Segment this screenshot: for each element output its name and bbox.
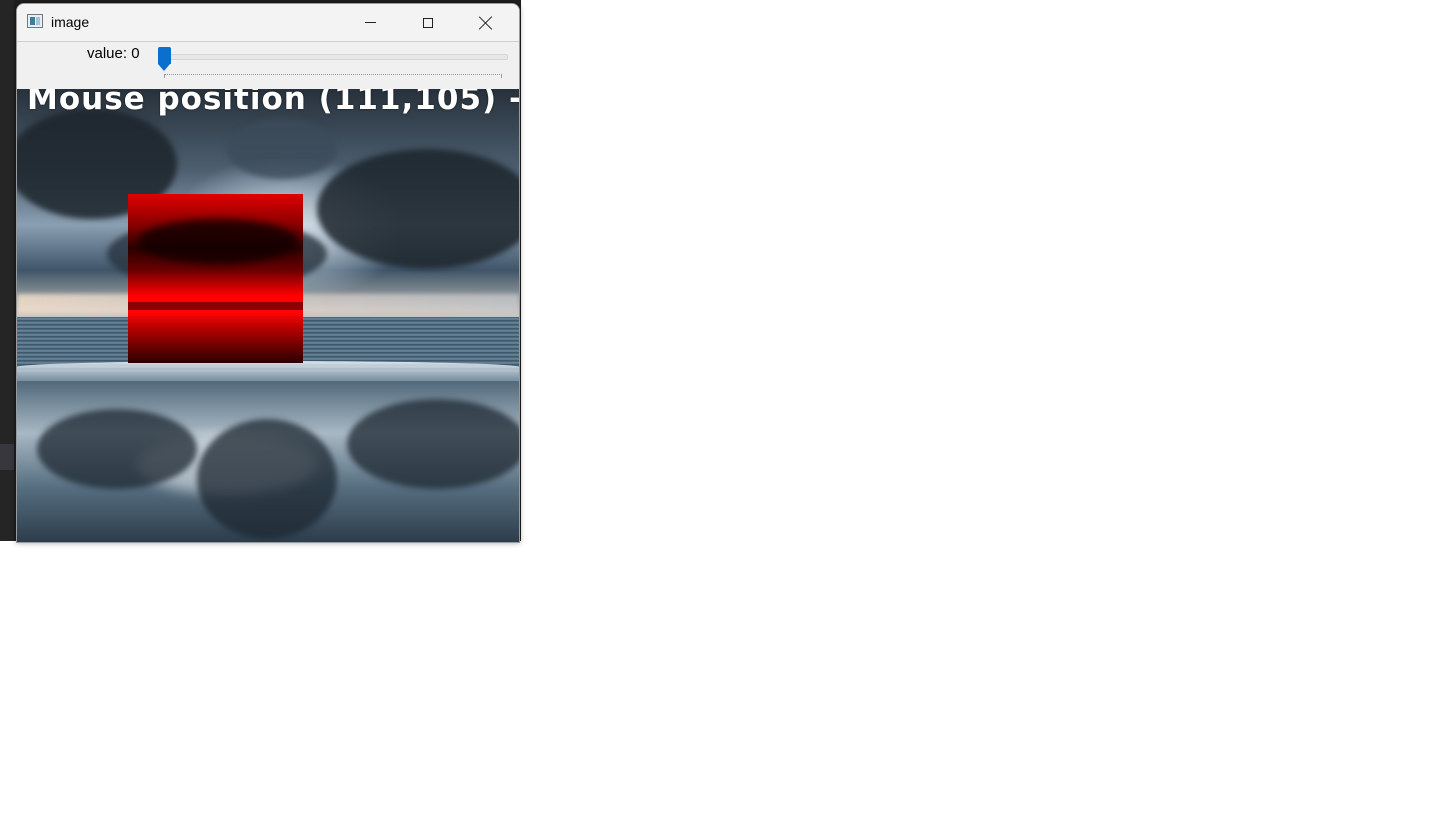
trackbar-ticks xyxy=(164,74,502,78)
window-title: image xyxy=(51,14,90,30)
window-titlebar[interactable]: image xyxy=(17,4,519,42)
selection-rectangle xyxy=(128,194,303,363)
image-window: image value: 0 Mouse position (111,105) … xyxy=(16,3,520,543)
editor-activity-rail xyxy=(0,0,14,541)
image-canvas[interactable]: Mouse position (111,105) - (2 xyxy=(17,89,519,542)
maximize-icon xyxy=(423,17,433,28)
editor-selected-item xyxy=(0,444,14,470)
trackbar-label: value: 0 xyxy=(87,45,140,62)
close-button[interactable] xyxy=(457,4,515,41)
trackbar-thumb[interactable] xyxy=(158,47,171,71)
maximize-button[interactable] xyxy=(399,4,457,41)
trackbar-track[interactable] xyxy=(164,54,508,60)
app-image-icon xyxy=(27,14,43,28)
close-icon xyxy=(479,16,493,30)
minimize-icon xyxy=(364,22,376,23)
mouse-position-text: Mouse position (111,105) - (2 xyxy=(27,89,519,117)
minimize-button[interactable] xyxy=(341,4,399,41)
trackbar-panel: value: 0 xyxy=(17,42,519,89)
